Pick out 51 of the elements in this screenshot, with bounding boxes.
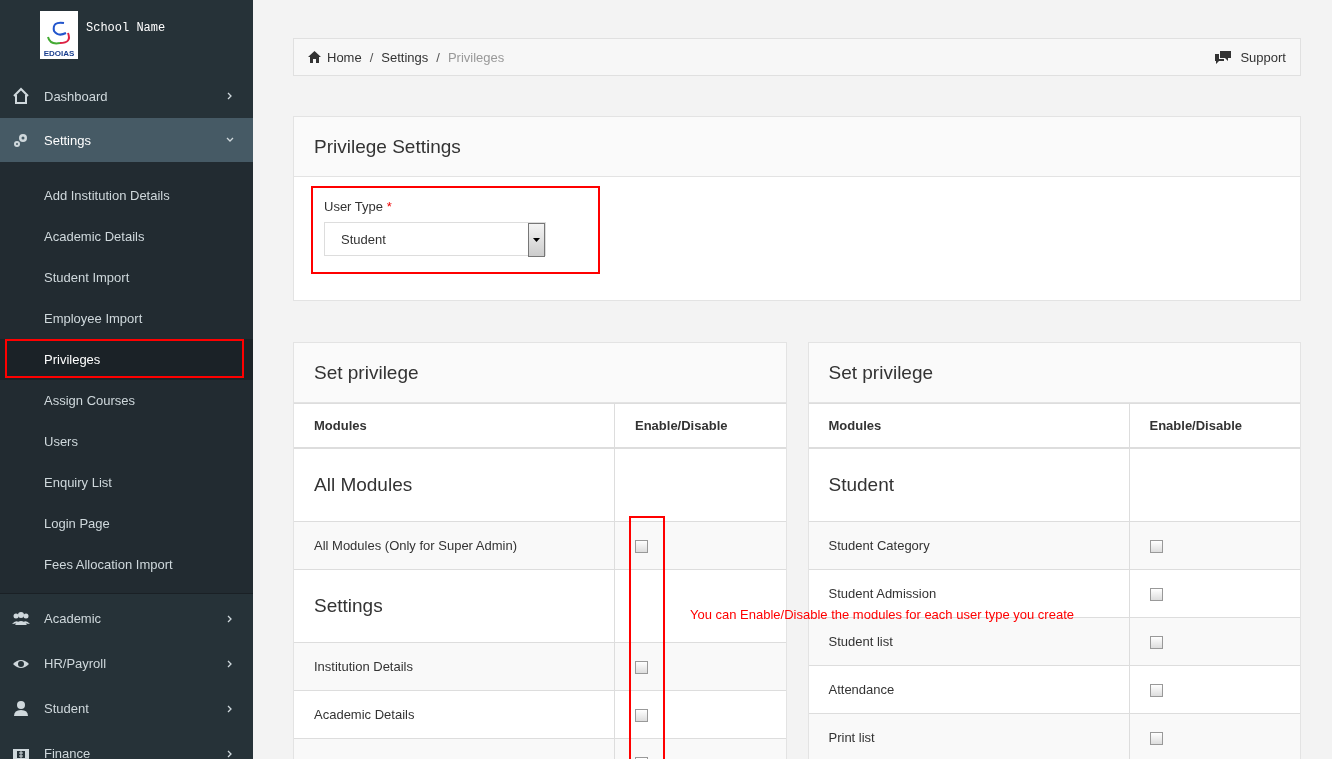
submenu-item[interactable]: Academic Details bbox=[0, 216, 253, 257]
module-name: Institution Details bbox=[294, 642, 615, 691]
breadcrumb-separator: / bbox=[369, 49, 374, 65]
field-label: User Type * bbox=[324, 199, 393, 214]
checkbox[interactable] bbox=[1149, 588, 1163, 602]
submenu-item[interactable]: Assign Courses bbox=[0, 380, 253, 421]
sidebar-item[interactable]: HR/Payroll bbox=[0, 641, 253, 686]
person-icon bbox=[12, 699, 30, 718]
school-name: School Name bbox=[86, 21, 166, 35]
checkbox[interactable] bbox=[635, 661, 648, 675]
house-icon bbox=[12, 87, 30, 105]
module-name: Student Category bbox=[808, 521, 1129, 570]
submenu-item[interactable]: Add Institution Details bbox=[0, 175, 253, 216]
breadcrumb-link[interactable]: Home bbox=[327, 49, 362, 65]
chat-icon bbox=[1215, 50, 1232, 64]
user-type-select[interactable]: Student bbox=[324, 222, 546, 256]
gear-icon bbox=[12, 131, 30, 149]
sidebar-item[interactable]: Settings bbox=[0, 118, 253, 162]
checkbox[interactable] bbox=[1149, 540, 1163, 554]
sidebar-item[interactable]: Student bbox=[0, 686, 253, 731]
column-header: Enable/Disable bbox=[614, 403, 786, 448]
submenu-item[interactable]: Users bbox=[0, 421, 253, 462]
card-title: Privilege Settings bbox=[294, 117, 1300, 177]
submenu-item[interactable]: Enquiry List bbox=[0, 462, 253, 503]
annotation-text: You can Enable/Disable the modules for each user type you create bbox=[690, 607, 1074, 622]
module-name: All Modules (Only for Super Admin) bbox=[294, 521, 615, 570]
submenu-item[interactable]: Login Page bbox=[0, 503, 253, 544]
submenu-item[interactable]: Employee Import bbox=[0, 298, 253, 339]
breadcrumb-separator: / bbox=[436, 49, 440, 65]
checkbox[interactable] bbox=[1149, 732, 1163, 746]
checkbox[interactable] bbox=[635, 709, 648, 723]
checkbox[interactable] bbox=[1149, 684, 1163, 698]
column-header: Enable/Disable bbox=[1129, 403, 1300, 448]
sidebar-item[interactable]: Academic bbox=[0, 596, 253, 641]
submenu-item[interactable]: Student Import bbox=[0, 257, 253, 298]
checkbox[interactable] bbox=[635, 540, 648, 554]
submenu-item[interactable]: Fees Allocation Import bbox=[0, 544, 253, 585]
home-icon bbox=[308, 51, 321, 63]
breadcrumb-link[interactable]: Settings bbox=[381, 49, 429, 65]
card-title: Set privilege bbox=[808, 343, 1300, 403]
support-link[interactable]: Support bbox=[1240, 49, 1286, 65]
sidebar-item[interactable]: Finance bbox=[0, 731, 253, 759]
sidebar-item[interactable]: Dashboard bbox=[0, 74, 253, 118]
module-name: Print list bbox=[808, 713, 1129, 759]
column-header: Modules bbox=[294, 403, 615, 448]
card-title: Set privilege bbox=[294, 343, 786, 403]
checkbox[interactable] bbox=[1149, 636, 1163, 650]
school-logo: EDOIAS bbox=[40, 11, 78, 59]
people-icon bbox=[12, 609, 30, 628]
column-header: Modules bbox=[808, 403, 1129, 448]
caret-icon bbox=[533, 238, 540, 242]
